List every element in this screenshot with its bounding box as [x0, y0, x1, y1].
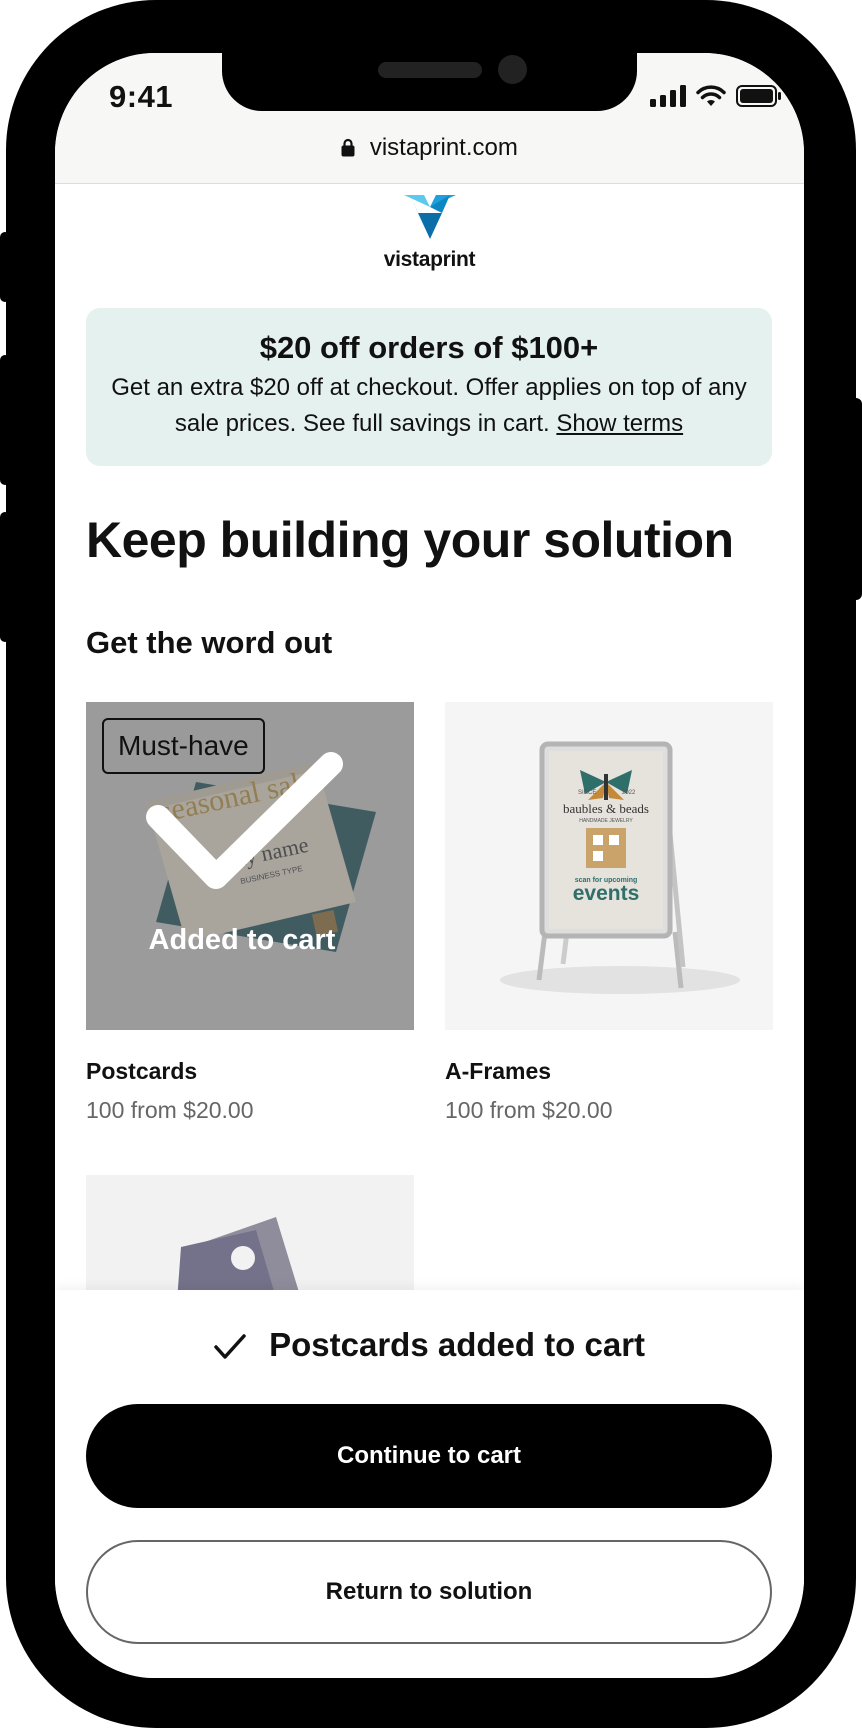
front-camera — [498, 55, 527, 84]
continue-to-cart-button[interactable]: Continue to cart — [86, 1404, 772, 1508]
promo-body: Get an extra $20 off at checkout. Offer … — [86, 370, 772, 442]
cellular-signal-icon — [650, 85, 686, 107]
side-button-volume-down — [0, 512, 10, 642]
promo-banner: $20 off orders of $100+ Get an extra $20… — [86, 308, 772, 466]
return-to-solution-button[interactable]: Return to solution — [86, 1540, 772, 1644]
url-text: vistaprint.com — [369, 134, 518, 161]
show-terms-link[interactable]: Show terms — [556, 410, 683, 437]
vistaprint-logo-mark — [403, 195, 456, 239]
a-frame-year-text: 2022 — [622, 790, 636, 796]
a-frame-shop-text: baubles & beads — [563, 801, 649, 816]
check-icon — [214, 1334, 246, 1359]
phone-screen: 9:41 vistaprint.com vistaprint $20 off o… — [55, 53, 804, 1678]
vistaprint-logo[interactable]: vistaprint — [55, 195, 804, 272]
a-frames-image[interactable]: SINCE 2022 baubles & beads HANDMADE JEWE… — [445, 702, 773, 1030]
address-bar[interactable]: vistaprint.com — [55, 134, 804, 162]
system-icons — [650, 85, 782, 107]
product-name: A-Frames — [445, 1058, 552, 1084]
postcards-image[interactable]: seasonal sale ny name BUSINESS TYPE Must… — [86, 702, 414, 1030]
confirmation-text: Postcards added to cart — [269, 1326, 646, 1363]
status-time: 9:41 — [109, 79, 174, 114]
side-button-mute — [0, 232, 10, 302]
side-button-volume-up — [0, 355, 10, 485]
a-frame-events-text: events — [573, 882, 640, 905]
battery-icon — [736, 85, 781, 107]
product-card-postcards[interactable]: seasonal sale ny name BUSINESS TYPE Must… — [86, 702, 414, 1124]
lock-icon — [341, 138, 355, 157]
promo-title: $20 off orders of $100+ — [259, 330, 599, 365]
notch — [222, 53, 637, 111]
a-frame-since-text: SINCE — [578, 790, 596, 796]
product-price: 100 from $20.00 — [86, 1097, 254, 1123]
product-name: Postcards — [86, 1058, 198, 1084]
added-to-cart-label: Added to cart — [148, 924, 336, 956]
page-title: Keep building your solution — [86, 512, 734, 568]
confirmation-message: Postcards added to cart — [55, 1326, 804, 1364]
must-have-badge: Must-have — [102, 718, 265, 774]
speaker — [378, 62, 482, 78]
a-frame-tagline-text: HANDMADE JEWELRY — [579, 818, 633, 824]
vistaprint-wordmark: vistaprint — [383, 248, 476, 271]
product-card-a-frames[interactable]: SINCE 2022 baubles & beads HANDMADE JEWE… — [445, 702, 773, 1124]
checkmark-icon — [146, 752, 343, 889]
cart-confirmation-sheet: Postcards added to cart Continue to cart… — [55, 1290, 804, 1678]
a-frame-illustration: SINCE 2022 baubles & beads HANDMADE JEWE… — [500, 741, 740, 994]
wifi-icon — [696, 85, 726, 106]
section-title: Get the word out — [86, 625, 333, 660]
product-price: 100 from $20.00 — [445, 1097, 613, 1123]
side-button-power — [850, 398, 862, 600]
a-frame-qr — [586, 828, 626, 868]
